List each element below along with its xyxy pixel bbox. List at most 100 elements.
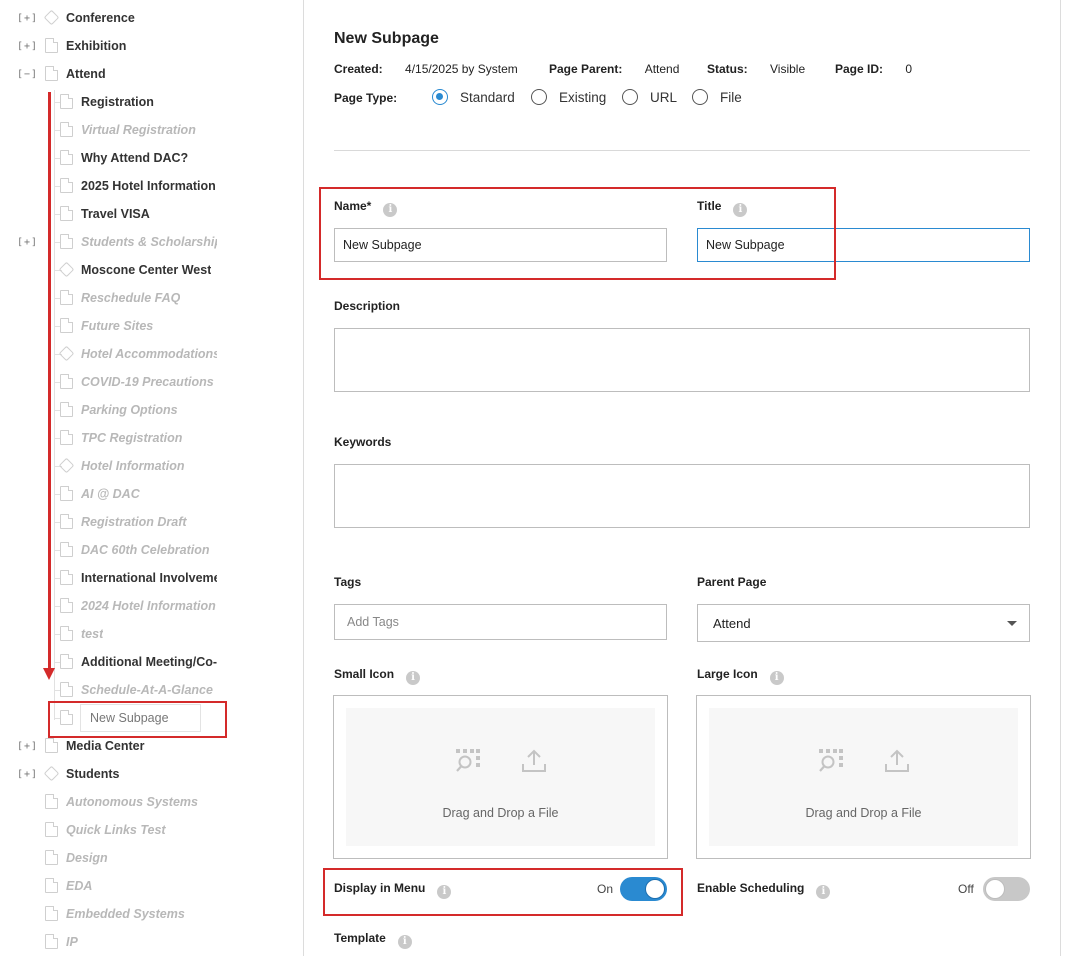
- tree-item-label: DAC 60th Celebration: [81, 543, 210, 557]
- radio-standard[interactable]: [432, 89, 448, 105]
- tag-icon: [45, 766, 58, 781]
- tree-item-moscone-center-west[interactable]: Moscone Center West: [0, 256, 300, 284]
- meta-page-id: Page ID: 0: [835, 62, 912, 76]
- tree-item-students[interactable]: [+] Students: [0, 760, 300, 788]
- document-icon: [60, 682, 73, 697]
- tree-expander-toggle[interactable]: [+]: [17, 13, 38, 24]
- parent-page-select[interactable]: Attend: [697, 604, 1030, 642]
- tree-item-hotel-accommodations[interactable]: Hotel Accommodations: [0, 340, 300, 368]
- tree-item-ai-dac[interactable]: AI @ DAC: [0, 480, 300, 508]
- tree-item-label: Future Sites: [81, 319, 154, 333]
- template-field-label: Template i: [334, 931, 412, 949]
- document-icon: [60, 402, 73, 417]
- tree-item-label: Students & Scholarships: [81, 235, 217, 249]
- large-icon-drop-text: Drag and Drop a File: [805, 806, 922, 820]
- caret-down-icon: [1007, 621, 1017, 626]
- tree-item-international-involvement[interactable]: International Involvement: [0, 564, 300, 592]
- tree-item-ip[interactable]: IP: [0, 928, 300, 956]
- radio-existing[interactable]: [531, 89, 547, 105]
- upload-icon[interactable]: [884, 748, 910, 774]
- document-icon: [45, 822, 58, 837]
- tree-item-students-scholarships[interactable]: [+] Students & Scholarships: [0, 228, 300, 256]
- parent-page-label: Parent Page: [697, 575, 767, 589]
- tree-item-future-sites[interactable]: Future Sites: [0, 312, 300, 340]
- document-icon: [60, 150, 73, 165]
- tag-icon: [45, 10, 58, 25]
- meta-created-label: Created:: [334, 62, 383, 76]
- tags-input[interactable]: Add Tags: [334, 604, 667, 640]
- radio-standard-label: Standard: [460, 89, 515, 105]
- tree-item-2024-hotel-information[interactable]: 2024 Hotel Information: [0, 592, 300, 620]
- annotation-arrow-line: [48, 92, 51, 670]
- tag-icon: [60, 262, 73, 277]
- tree-item-label: Autonomous Systems: [66, 795, 198, 809]
- page-tree-sidebar: [+] Conference [+] Exhibition [−] Attend Regis…: [0, 0, 304, 956]
- tree-expander-toggle[interactable]: [+]: [17, 769, 38, 780]
- document-icon: [60, 430, 73, 445]
- tree-item-attend[interactable]: [−] Attend: [0, 60, 300, 88]
- tree-item-label: Media Center: [66, 739, 145, 753]
- large-icon-dropzone[interactable]: Drag and Drop a File: [696, 695, 1031, 859]
- page-type-option-existing[interactable]: Existing: [531, 89, 606, 105]
- radio-url[interactable]: [622, 89, 638, 105]
- tree-item-embedded-systems[interactable]: Embedded Systems: [0, 900, 300, 928]
- page-type-option-url[interactable]: URL: [622, 89, 677, 105]
- tree-item-registration[interactable]: Registration: [0, 88, 300, 116]
- info-icon[interactable]: i: [397, 935, 412, 949]
- tree-item-label: Embedded Systems: [66, 907, 185, 921]
- annotation-highlight-name-title: [319, 187, 836, 280]
- browse-search-icon[interactable]: [818, 748, 844, 774]
- tree-item-autonomous-systems[interactable]: Autonomous Systems: [0, 788, 300, 816]
- tree-item-reschedule-faq[interactable]: Reschedule FAQ: [0, 284, 300, 312]
- tree-item-label: test: [81, 627, 104, 641]
- tree-item-virtual-registration[interactable]: Virtual Registration: [0, 116, 300, 144]
- info-icon[interactable]: i: [816, 885, 831, 899]
- tree-item-design[interactable]: Design: [0, 844, 300, 872]
- upload-icon[interactable]: [521, 748, 547, 774]
- document-icon: [60, 318, 73, 333]
- tree-item-covid-19-precautions[interactable]: COVID-19 Precautions: [0, 368, 300, 396]
- tree-item-exhibition[interactable]: [+] Exhibition: [0, 32, 300, 60]
- radio-file[interactable]: [692, 89, 708, 105]
- tree-expander-toggle[interactable]: [+]: [17, 741, 38, 752]
- tree-expander-toggle[interactable]: [+]: [17, 41, 38, 52]
- tree-item-why-attend-dac[interactable]: Why Attend DAC?: [0, 144, 300, 172]
- page-type-option-standard[interactable]: Standard: [432, 89, 515, 105]
- page-type-option-file[interactable]: File: [692, 89, 742, 105]
- tree-item-parking-options[interactable]: Parking Options: [0, 396, 300, 424]
- tree-item-quick-links-test[interactable]: Quick Links Test: [0, 816, 300, 844]
- meta-status-label: Status:: [707, 62, 748, 76]
- tree-item-label: 2025 Hotel Information: [81, 179, 216, 193]
- info-icon[interactable]: i: [769, 671, 784, 685]
- document-icon: [60, 178, 73, 193]
- small-icon-dropzone[interactable]: Drag and Drop a File: [333, 695, 668, 859]
- tree-expander-toggle[interactable]: [+]: [17, 237, 38, 248]
- tree-item-test[interactable]: test: [0, 620, 300, 648]
- keywords-textarea[interactable]: [334, 464, 1030, 528]
- tree-item-registration-draft[interactable]: Registration Draft: [0, 508, 300, 536]
- document-icon: [60, 598, 73, 613]
- document-icon: [60, 234, 73, 249]
- description-textarea[interactable]: [334, 328, 1030, 392]
- info-icon[interactable]: i: [406, 671, 421, 685]
- annotation-highlight-display-in-menu: [323, 868, 683, 916]
- enable-scheduling-toggle[interactable]: [983, 877, 1030, 901]
- tree-expander-toggle[interactable]: [−]: [17, 69, 38, 80]
- tree-item-dac-60th-celebration[interactable]: DAC 60th Celebration: [0, 536, 300, 564]
- meta-page-id-label: Page ID:: [835, 62, 884, 76]
- tree-item-2025-hotel-information[interactable]: 2025 Hotel Information: [0, 172, 300, 200]
- annotation-arrow-head: [43, 668, 55, 680]
- tree-item-tpc-registration[interactable]: TPC Registration: [0, 424, 300, 452]
- tree-item-label: IP: [66, 935, 78, 949]
- radio-existing-label: Existing: [559, 89, 607, 105]
- browse-search-icon[interactable]: [455, 748, 481, 774]
- tree-item-travel-visa[interactable]: Travel VISA: [0, 200, 300, 228]
- tree-item-schedule-at-a-glance[interactable]: Schedule-At-A-Glance: [0, 676, 300, 704]
- document-icon: [60, 626, 73, 641]
- tree-item-conference[interactable]: [+] Conference: [0, 4, 300, 32]
- tree-item-eda[interactable]: EDA: [0, 872, 300, 900]
- document-icon: [60, 570, 73, 585]
- annotation-highlight-new-subpage: [48, 701, 227, 738]
- tree-item-hotel-information[interactable]: Hotel Information: [0, 452, 300, 480]
- page-editor-panel: New Subpage Created: 4/15/2025 by System…: [305, 0, 1061, 956]
